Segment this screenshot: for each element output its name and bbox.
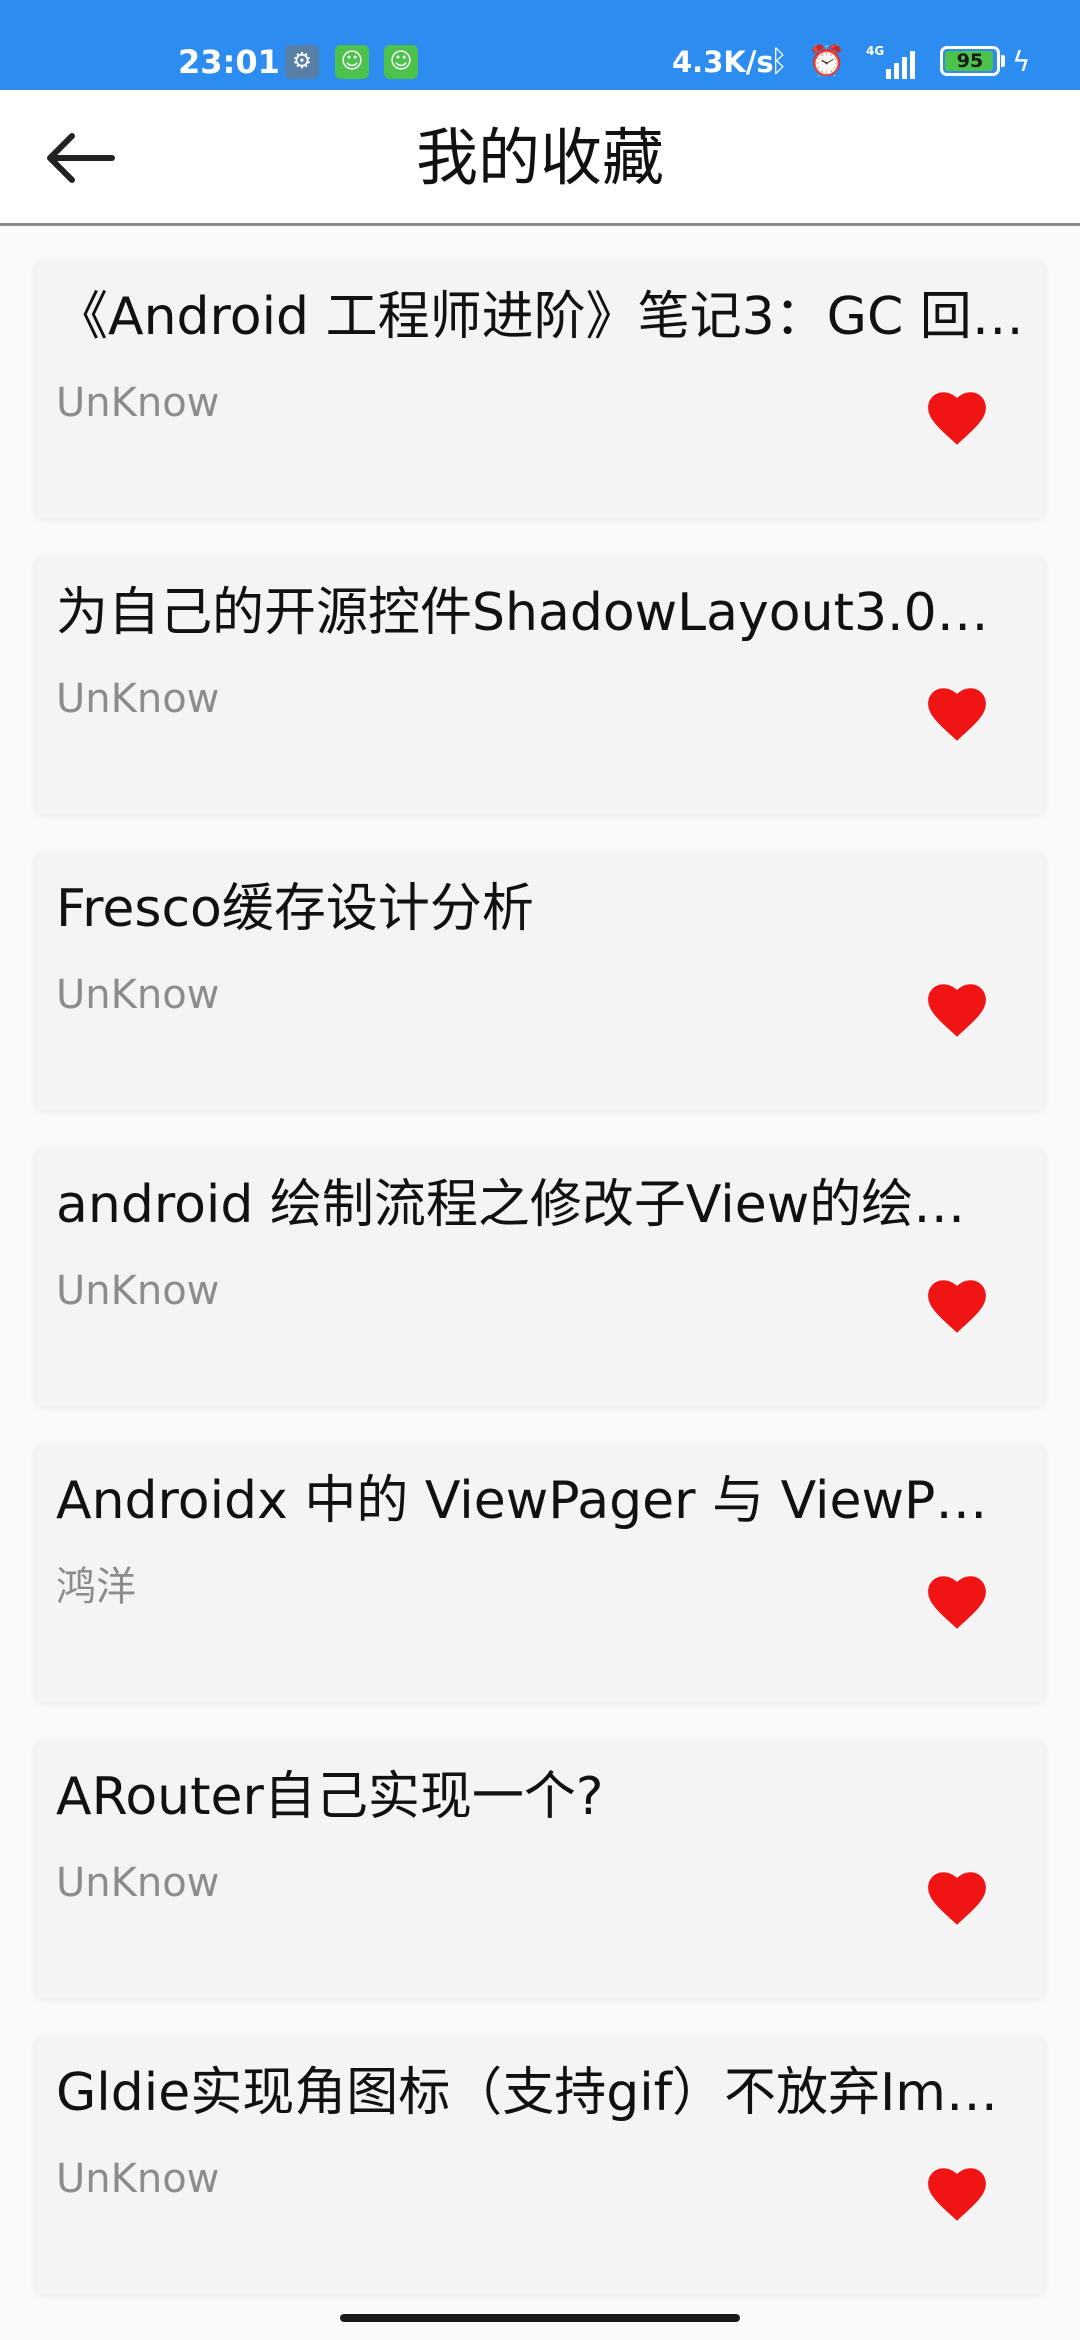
article-author: UnKnow [56, 972, 220, 1018]
favorite-toggle-button[interactable] [924, 2164, 990, 2222]
home-indicator[interactable] [340, 2314, 740, 2322]
favorite-toggle-button[interactable] [924, 1868, 990, 1926]
battery-cap [1001, 55, 1005, 67]
settings-icon: ⚙ [285, 45, 319, 79]
favorite-toggle-button[interactable] [924, 1276, 990, 1334]
bluetooth-icon: ᛒ [770, 44, 788, 79]
article-author: 鸿洋 [56, 1564, 136, 1610]
article-title: Fresco缓存设计分析 [56, 879, 534, 939]
article-title: android 绘制流程之修改子View的绘… [56, 1175, 966, 1235]
heart-icon [928, 984, 986, 1037]
favorite-toggle-button[interactable] [924, 1572, 990, 1630]
battery-icon: 95 [940, 46, 1000, 76]
battery-level: 95 [956, 49, 984, 72]
status-bar: 23:01 ⚙ ☺ ☺ 4.3K/s ᛒ ⏰ 4G 95 ϟ [0, 0, 1080, 90]
heart-icon [928, 392, 986, 445]
article-author: UnKnow [56, 1268, 220, 1314]
article-title: Gldie实现角图标（支持gif）不放弃Im… [56, 2063, 998, 2123]
heart-icon [928, 688, 986, 741]
article-author: UnKnow [56, 676, 220, 722]
page-title: 我的收藏 [415, 121, 664, 194]
favorite-card[interactable]: 《Android 工程师进阶》笔记3：GC 回收机制与分代回收策略 UnKnow [34, 258, 1046, 518]
favorite-card[interactable]: Gldie实现角图标（支持gif）不放弃Im… UnKnow [34, 2034, 1046, 2294]
heart-icon [928, 1576, 986, 1629]
article-author: UnKnow [56, 380, 220, 426]
favorite-toggle-button[interactable] [924, 980, 990, 1038]
favorite-card[interactable]: android 绘制流程之修改子View的绘… UnKnow [34, 1146, 1046, 1406]
network-type-label: 4G [866, 44, 885, 58]
article-title: 为自己的开源控件ShadowLayout3.0… [56, 583, 989, 643]
android-app-icon: ☺ [335, 45, 369, 79]
favorite-card[interactable]: ARouter自己实现一个? UnKnow [34, 1738, 1046, 1998]
heart-icon [928, 1280, 986, 1333]
article-title: Androidx 中的 ViewPager 与 ViewP… [56, 1471, 988, 1531]
favorite-toggle-button[interactable] [924, 684, 990, 742]
favorite-card[interactable]: Fresco缓存设计分析 UnKnow [34, 850, 1046, 1110]
charging-icon: ϟ [1012, 45, 1031, 78]
heart-icon [928, 1872, 986, 1925]
cellular-signal-icon: 4G [866, 45, 926, 79]
favorite-card[interactable]: 为自己的开源控件ShadowLayout3.0… UnKnow [34, 554, 1046, 814]
status-time: 23:01 [178, 43, 280, 81]
app-bar: 我的收藏 [0, 90, 1080, 226]
android-app-icon: ☺ [384, 45, 418, 79]
article-author: UnKnow [56, 2156, 220, 2202]
network-speed: 4.3K/s [672, 45, 774, 79]
article-title: ARouter自己实现一个? [56, 1767, 604, 1827]
article-author: UnKnow [56, 1860, 220, 1906]
favorite-card[interactable]: Androidx 中的 ViewPager 与 ViewP… 鸿洋 [34, 1442, 1046, 1702]
favorite-toggle-button[interactable] [924, 388, 990, 446]
heart-icon [928, 2168, 986, 2221]
article-title: 《Android 工程师进阶》笔记3：GC 回收机制与分代回收策略 [56, 287, 1030, 347]
alarm-icon: ⏰ [808, 44, 846, 79]
